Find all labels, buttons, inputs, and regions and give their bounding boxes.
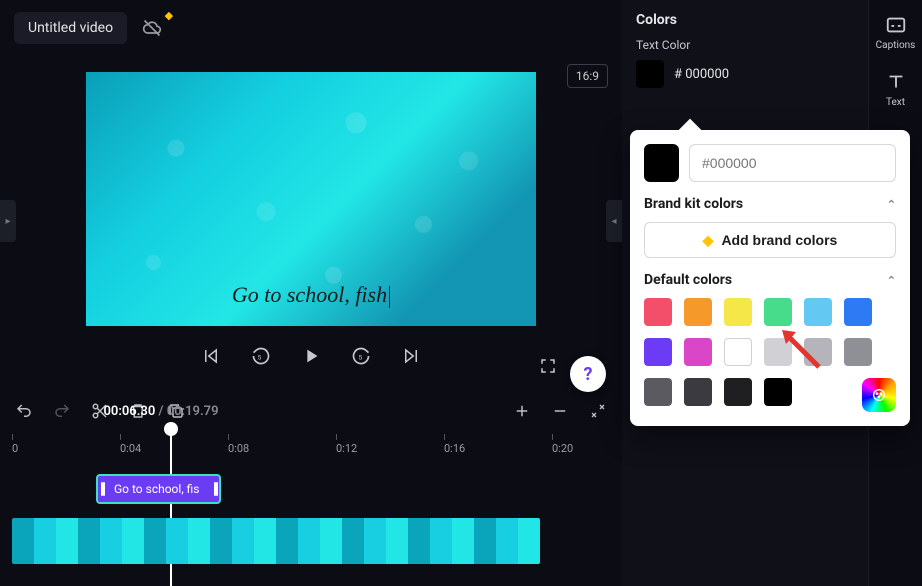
default-color-grid <box>644 298 896 406</box>
ruler-tick: 0:20 <box>552 434 573 455</box>
color-swatch[interactable] <box>844 338 872 366</box>
aspect-ratio-badge[interactable]: 16:9 <box>567 64 608 88</box>
help-button[interactable]: ? <box>570 356 606 392</box>
color-swatch[interactable] <box>764 338 792 366</box>
text-color-field[interactable]: # 000000 <box>636 60 854 88</box>
time-separator: / <box>155 404 166 419</box>
color-swatch[interactable] <box>724 338 752 366</box>
color-swatch[interactable] <box>764 298 792 326</box>
delete-button[interactable] <box>128 401 148 421</box>
diamond-icon: ◆ <box>703 232 714 249</box>
timeline[interactable]: 0 0:04 0:08 0:12 0:16 0:20 Go to school,… <box>0 428 622 586</box>
color-swatch[interactable] <box>644 338 672 366</box>
video-clip[interactable] <box>12 518 540 564</box>
ruler-tick: 0:16 <box>444 434 465 455</box>
text-label: Text <box>886 97 905 108</box>
chevron-up-icon: ⌃ <box>887 198 896 211</box>
default-section-label: Default colors <box>644 272 732 288</box>
duplicate-button[interactable] <box>166 401 186 421</box>
brand-section-label: Brand kit colors <box>644 196 743 212</box>
skip-forward-button[interactable] <box>397 342 425 370</box>
panel-expand-left[interactable]: ▸ <box>0 200 16 242</box>
clip-handle-left[interactable] <box>98 476 106 502</box>
timeline-tools: 00:06.30 / 00:19.79 <box>0 394 622 428</box>
color-swatch[interactable] <box>724 298 752 326</box>
color-swatch[interactable] <box>644 298 672 326</box>
project-title[interactable]: Untitled video <box>14 12 127 44</box>
current-color-hex: # 000000 <box>674 67 729 82</box>
panel-subtitle: Text Color <box>636 38 854 52</box>
play-button[interactable] <box>297 342 325 370</box>
ruler-tick: 0 <box>12 434 18 455</box>
captions-tab[interactable]: Captions <box>876 14 916 51</box>
video-track[interactable] <box>12 518 610 564</box>
text-overlay[interactable]: Go to school, fish <box>86 282 536 308</box>
ruler-tick: 0:08 <box>228 434 249 455</box>
color-wheel-button[interactable] <box>862 378 896 412</box>
hex-input[interactable] <box>689 144 896 182</box>
color-swatch[interactable] <box>764 378 792 406</box>
panel-expand-right[interactable]: ◂ <box>606 200 622 242</box>
color-swatch[interactable] <box>684 378 712 406</box>
add-brand-colors-button[interactable]: ◆ Add brand colors <box>644 222 896 258</box>
text-icon <box>885 71 907 93</box>
color-picker-popover: Brand kit colors ⌃ ◆ Add brand colors De… <box>630 130 910 426</box>
ruler-tick: 0:12 <box>336 434 357 455</box>
current-color-swatch[interactable] <box>636 60 664 88</box>
text-tab[interactable]: Text <box>885 71 907 108</box>
split-button[interactable] <box>90 401 110 421</box>
transport-controls: 5 5 <box>197 342 425 370</box>
color-swatch[interactable] <box>724 378 752 406</box>
color-swatch[interactable] <box>644 378 672 406</box>
ruler[interactable]: 0 0:04 0:08 0:12 0:16 0:20 <box>12 434 610 452</box>
skip-back-button[interactable] <box>197 342 225 370</box>
fit-timeline-button[interactable] <box>588 401 608 421</box>
brand-section-header[interactable]: Brand kit colors ⌃ <box>644 196 896 212</box>
premium-badge-icon: ◆ <box>165 9 173 22</box>
color-swatch[interactable] <box>844 298 872 326</box>
preview-area: 16:9 ▸ ◂ Go to school, fish 5 5 ? <box>0 56 622 386</box>
undo-button[interactable] <box>14 401 34 421</box>
ruler-tick: 0:04 <box>120 434 141 455</box>
redo-button[interactable] <box>52 401 72 421</box>
default-section-header[interactable]: Default colors ⌃ <box>644 272 896 288</box>
svg-text:5: 5 <box>359 353 363 361</box>
svg-text:5: 5 <box>258 353 262 361</box>
text-clip-label: Go to school, fis <box>114 482 200 496</box>
brand-button-label: Add brand colors <box>721 232 837 248</box>
rewind-5-button[interactable]: 5 <box>247 342 275 370</box>
color-swatch[interactable] <box>684 338 712 366</box>
color-swatch[interactable] <box>684 298 712 326</box>
color-swatch[interactable] <box>804 338 832 366</box>
captions-icon <box>885 14 907 36</box>
captions-label: Captions <box>876 40 916 51</box>
cloud-sync-off-icon[interactable]: ◆ <box>137 13 167 43</box>
fullscreen-button[interactable] <box>534 352 562 380</box>
add-track-button[interactable] <box>512 401 532 421</box>
text-track[interactable]: Go to school, fis <box>12 474 610 508</box>
color-swatch[interactable] <box>804 298 832 326</box>
video-canvas[interactable]: Go to school, fish <box>86 72 536 326</box>
forward-5-button[interactable]: 5 <box>347 342 375 370</box>
popover-current-swatch[interactable] <box>644 144 679 182</box>
timecode: 00:06.30 / 00:19.79 <box>0 404 322 419</box>
text-clip[interactable]: Go to school, fis <box>96 474 221 504</box>
zoom-out-button[interactable] <box>550 401 570 421</box>
panel-title: Colors <box>636 12 854 28</box>
chevron-up-icon: ⌃ <box>887 274 896 287</box>
clip-handle-right[interactable] <box>211 476 219 502</box>
